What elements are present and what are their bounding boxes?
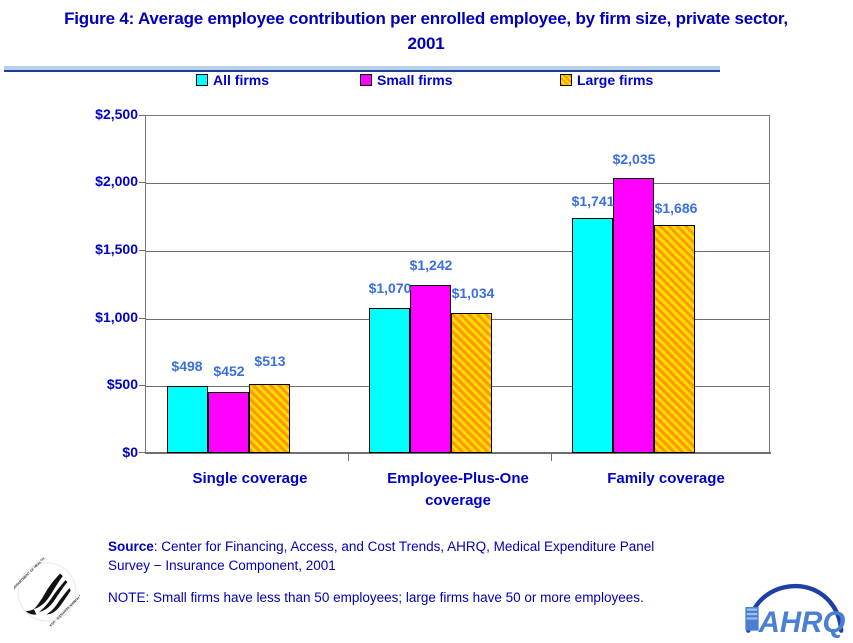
x-category-line-1: Single coverage [192,470,308,487]
y-tick-label-0: $0 [122,444,138,460]
legend-label-small-firms: Small firms [377,72,453,88]
general-note: NOTE: Small firms have less than 50 empl… [108,590,644,605]
legend-swatch-icon-large-firms [560,74,572,86]
x-tick-mark-2 [551,453,552,461]
bar-value-family-large-firms: $1,686 [654,200,698,216]
x-tick-mark-1 [348,453,349,461]
legend-item-all-firms: All firms [196,72,269,88]
bar-value-single-large-firms: $513 [254,353,286,369]
bar-single-small-firms[interactable] [208,392,249,453]
bars-container: $498 $452 $513 $1,070 $1,242 $1,034 $1,7… [145,115,770,453]
source-note-lead: Source [108,539,154,554]
y-tick-label-2000: $2,000 [95,173,138,189]
bar-value-family-all-firms: $1,741 [571,193,615,209]
legend-item-large-firms: Large firms [560,72,653,88]
page-title: Figure 4: Average employee contribution … [64,9,788,53]
bar-value-family-small-firms: $2,035 [612,151,656,167]
bar-value-employee-plus-one-large-firms: $1,034 [451,285,495,301]
legend-label-large-firms: Large firms [577,72,654,88]
x-category-line-1: Family coverage [607,470,725,487]
y-tick-label-1500: $1,500 [95,241,138,257]
bar-single-large-firms[interactable] [249,384,290,453]
y-tick-label-500: $500 [106,376,138,392]
bar-family-large-firms[interactable] [654,225,695,453]
legend-label-all-firms: All firms [213,72,270,88]
svg-text:DEPARTMENT OF HEALTH: DEPARTMENT OF HEALTH [14,556,46,590]
hhs-seal-logo: DEPARTMENT OF HEALTH & HUMAN SERVICES · … [12,556,83,628]
bar-value-employee-plus-one-all-firms: $1,070 [368,280,412,296]
bar-single-all-firms[interactable] [167,386,208,453]
bar-employee-plus-one-all-firms[interactable] [369,308,410,453]
ahrq-logo-text: AHRQ [758,606,846,638]
y-tick-label-1000: $1,000 [95,309,138,325]
ahrq-logo: AHRQ [742,582,846,639]
legend-swatch-icon-all-firms [196,74,208,86]
x-category-line-1: Employee-Plus-One [387,470,529,487]
legend-swatch-icon-small-firms [360,74,372,86]
bar-family-small-firms[interactable] [613,178,654,453]
x-category-label-employee-plus-one: Employee-Plus-One coverage [358,468,558,512]
source-note: Source: Center for Financing, Access, an… [108,537,698,575]
x-category-label-family-coverage: Family coverage [566,468,766,490]
bar-family-all-firms[interactable] [572,218,613,453]
legend-item-small-firms: Small firms [360,72,452,88]
chart-legend: All firms Small firms Large firms [160,72,720,94]
y-axis: $2,500 $2,000 $1,500 $1,000 $500 $0 [48,106,146,460]
source-note-text: : Center for Financing, Access, and Cost… [108,539,655,573]
bar-employee-plus-one-large-firms[interactable] [451,313,492,453]
x-category-line-2: coverage [425,492,491,509]
x-category-label-single-coverage: Single coverage [150,468,350,490]
bar-value-employee-plus-one-small-firms: $1,242 [409,257,453,273]
bar-employee-plus-one-small-firms[interactable] [410,285,451,453]
y-tick-label-2500: $2,500 [95,106,138,122]
